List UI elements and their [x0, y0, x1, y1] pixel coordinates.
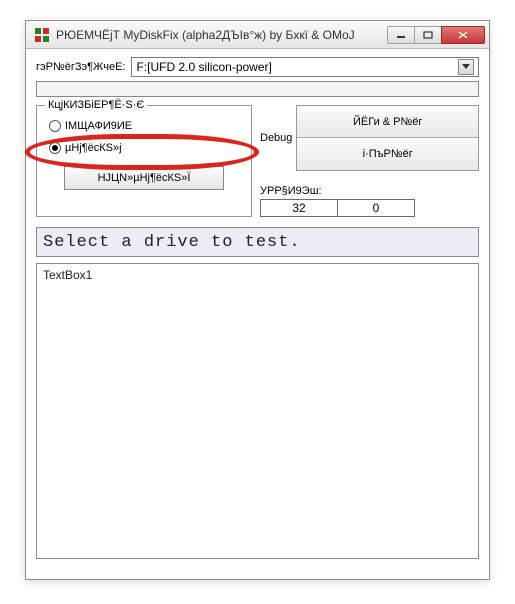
scan-mode-group-title: КцјКИЗБіЕР¶Ё·Ѕ·Є — [45, 99, 147, 111]
close-button[interactable] — [441, 26, 485, 44]
format-button[interactable]: НЈЦN»µНј¶ёсКЅ»Ї — [64, 166, 224, 190]
drive-row: гэР№ёгЗэ¶ЖчеЕ: F:[UFD 2.0 silicon-power] — [36, 57, 479, 77]
status-message: Select a drive to test. — [36, 227, 479, 257]
chevron-down-icon[interactable] — [458, 59, 474, 75]
app-window: РЮЕМЧЁјТ MyDiskFix (alpha2ДЪІв°ж) by Бхк… — [25, 20, 490, 580]
status-text: Select a drive to test. — [43, 233, 301, 252]
stats-area: УРР§И9Эш: 32 0 — [260, 185, 479, 217]
undo-fix-button[interactable]: і·ПъР№ёг — [297, 138, 478, 170]
radio-icon — [49, 142, 61, 154]
scan-mode-group: КцјКИЗБіЕР¶Ё·Ѕ·Є ІМЩАФИ9ИЕ µНј¶ёсКЅ»ј НЈ… — [36, 105, 252, 217]
radio-option-1[interactable]: ІМЩАФИ9ИЕ — [45, 118, 243, 134]
options-row: КцјКИЗБіЕР¶Ё·Ѕ·Є ІМЩАФИ9ИЕ µНј¶ёсКЅ»ј НЈ… — [36, 105, 479, 217]
right-column: Debug ЙЁГи & Р№ёг і·ПъР№ёг УРР§И9Эш: 32 — [260, 105, 479, 217]
progress-bar — [36, 81, 479, 97]
minimize-button[interactable] — [387, 26, 415, 44]
log-textbox[interactable]: TextBox1 — [36, 263, 479, 559]
stats-values: 32 0 — [260, 199, 479, 217]
app-icon — [34, 27, 50, 43]
radio-icon — [49, 120, 61, 132]
radio-option-2-label: µНј¶ёсКЅ»ј — [65, 142, 122, 154]
titlebar: РЮЕМЧЁјТ MyDiskFix (alpha2ДЪІв°ж) by Бхк… — [26, 21, 489, 49]
window-title: РЮЕМЧЁјТ MyDiskFix (alpha2ДЪІв°ж) by Бхк… — [56, 28, 388, 42]
drive-select-value: F:[UFD 2.0 silicon-power] — [136, 60, 458, 74]
window-controls — [388, 26, 485, 44]
debug-label: Debug — [260, 132, 296, 144]
undo-fix-button-label: і·ПъР№ёг — [363, 148, 413, 160]
radio-option-2[interactable]: µНј¶ёсКЅ»ј — [45, 140, 243, 156]
stats-value-1: 32 — [260, 199, 338, 217]
radio-option-1-label: ІМЩАФИ9ИЕ — [65, 120, 132, 132]
maximize-button[interactable] — [414, 26, 442, 44]
scan-fix-button-label: ЙЁГи & Р№ёг — [353, 116, 422, 128]
drive-label: гэР№ёгЗэ¶ЖчеЕ: — [36, 61, 125, 73]
action-button-stack: ЙЁГи & Р№ёг і·ПъР№ёг — [296, 105, 479, 171]
action-buttons-row: Debug ЙЁГи & Р№ёг і·ПъР№ёг — [260, 105, 479, 171]
log-textbox-content: TextBox1 — [43, 268, 92, 282]
stats-value-2: 0 — [337, 199, 415, 217]
content-area: гэР№ёгЗэ¶ЖчеЕ: F:[UFD 2.0 silicon-power]… — [26, 49, 489, 567]
stats-label: УРР§И9Эш: — [260, 185, 479, 197]
scan-fix-button[interactable]: ЙЁГи & Р№ёг — [297, 106, 478, 138]
drive-select[interactable]: F:[UFD 2.0 silicon-power] — [131, 57, 479, 77]
format-button-label: НЈЦN»µНј¶ёсКЅ»Ї — [98, 172, 191, 184]
